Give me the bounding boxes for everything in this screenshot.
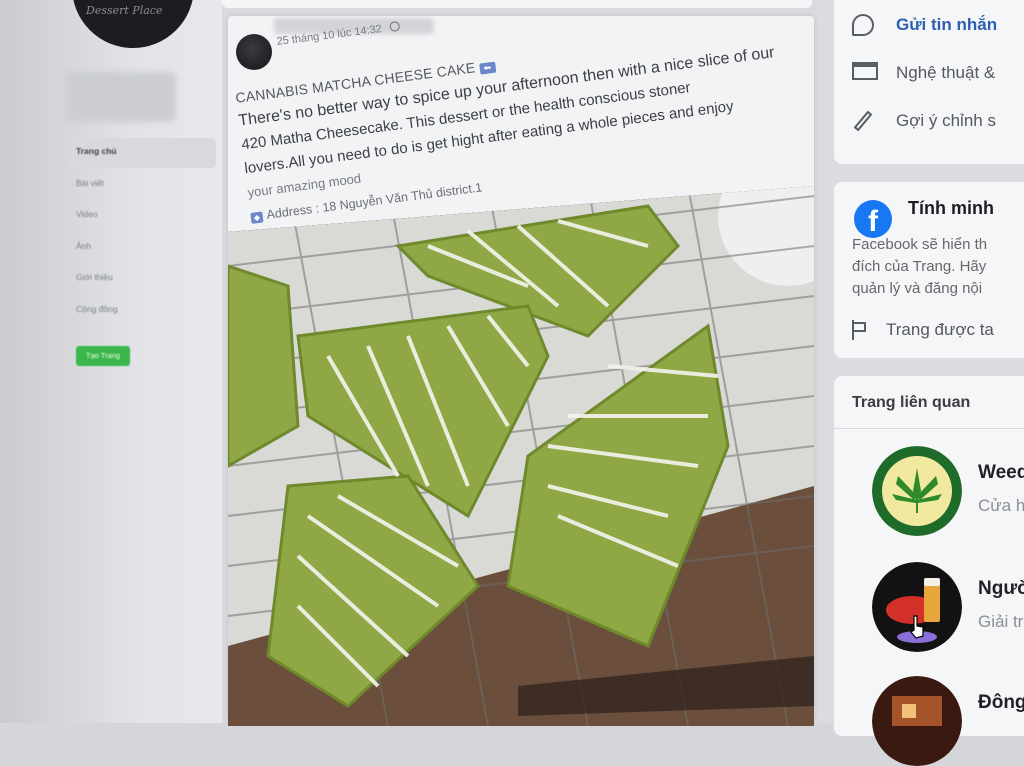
- transparency-title: Tính minh: [908, 198, 994, 218]
- back-arrow-icon: ⬅: [478, 61, 497, 75]
- globe-icon: [388, 20, 401, 33]
- nav-item-posts[interactable]: Bài viết: [76, 178, 118, 210]
- left-sidebar: Dessert Place Trang chủ Bài viết Video Ả…: [0, 0, 222, 723]
- facebook-logo-icon: f: [854, 200, 892, 238]
- cannabis-leaf-icon: [872, 446, 962, 536]
- related-page-item[interactable]: Weed Cửa h: [852, 446, 1024, 536]
- nav-item-videos[interactable]: Video: [76, 209, 118, 241]
- related-pages-card: Trang liên quan Weed Cửa h Ngườ Giải tr …: [834, 376, 1024, 766]
- messenger-icon: [852, 14, 874, 36]
- right-sidebar: 91725 Gửi tin nhắn Nghệ thuật & Gợi ý ch…: [818, 0, 1024, 766]
- related-pages-title: Trang liên quan: [852, 394, 971, 411]
- post-author-avatar[interactable]: [236, 34, 272, 70]
- page-managed-link[interactable]: Trang được ta: [852, 320, 994, 340]
- suggest-edit-link[interactable]: Gợi ý chỉnh s: [852, 110, 996, 132]
- category-link[interactable]: Nghệ thuật &: [852, 62, 995, 84]
- nav-item-home[interactable]: Trang chủ: [76, 146, 118, 178]
- related-page-item[interactable]: Ngườ Giải tr: [852, 562, 1024, 652]
- matcha-cake-photo: [228, 186, 814, 726]
- divider: [834, 428, 1024, 429]
- related-page-name[interactable]: Weed: [978, 462, 1024, 484]
- post-card: 25 tháng 10 lúc 14:32 CANNABIS MATCHA CH…: [228, 16, 814, 726]
- page-profile-avatar[interactable]: Dessert Place: [72, 0, 194, 48]
- page-transparency-card: f Tính minh Facebook sẽ hiển th đích của…: [834, 182, 1024, 358]
- weed-page-avatar[interactable]: [872, 446, 962, 536]
- category-icon: [852, 62, 878, 80]
- nav-item-about[interactable]: Giới thiệu: [76, 272, 118, 304]
- address-icon: ◆: [250, 211, 264, 224]
- page-nav: Trang chủ Bài viết Video Ảnh Giới thiệu …: [76, 146, 118, 335]
- related-page-name[interactable]: Ngườ: [978, 578, 1024, 600]
- nav-item-community[interactable]: Cộng đồng: [76, 304, 118, 336]
- flag-icon: [852, 320, 872, 340]
- page-name-blurred: [66, 72, 176, 122]
- post-photo[interactable]: [228, 186, 814, 726]
- related-page-name[interactable]: Đông: [978, 692, 1024, 714]
- previous-card-edge: [222, 0, 812, 8]
- page-info-card: 91725 Gửi tin nhắn Nghệ thuật & Gợi ý ch…: [834, 0, 1024, 164]
- pencil-icon: [853, 110, 873, 132]
- transparency-description: Facebook sẽ hiển th đích của Trang. Hãy …: [852, 236, 988, 297]
- related-page-category: Cửa h: [978, 496, 1024, 515]
- dong-page-avatar[interactable]: [872, 676, 962, 766]
- send-message-link[interactable]: Gửi tin nhắn: [852, 14, 997, 36]
- related-page-item[interactable]: Đông: [852, 676, 1024, 766]
- hand-cursor-icon: [910, 615, 924, 639]
- related-page-category: Giải tr: [978, 612, 1024, 631]
- restaurant-photo-icon: [872, 676, 962, 766]
- nav-item-photos[interactable]: Ảnh: [76, 241, 118, 273]
- create-page-button[interactable]: Tạo Trang: [76, 346, 130, 366]
